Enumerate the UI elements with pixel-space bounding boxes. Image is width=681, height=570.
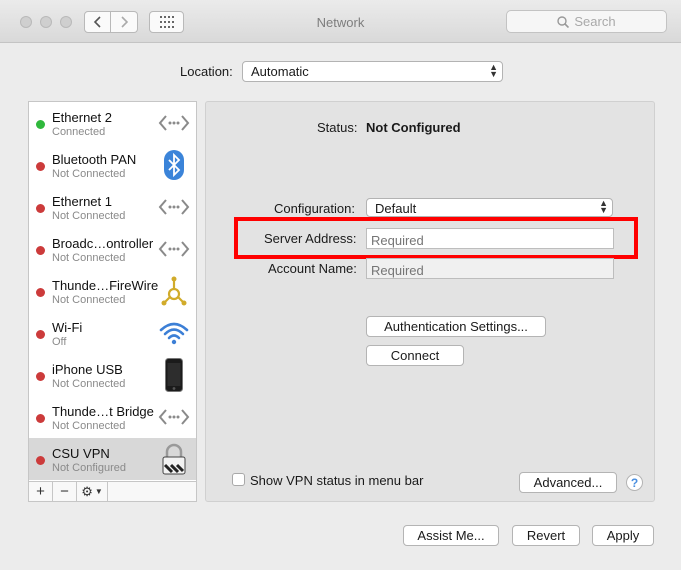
service-name: Broadc…ontroller [52, 236, 154, 251]
service-item[interactable]: Thunde…t Bridge Not Connected [29, 396, 196, 438]
service-name: Thunde…FireWire [52, 278, 159, 293]
status-dot-icon [36, 162, 45, 171]
service-list[interactable]: Ethernet 2 Connected Bluetooth PAN Not Conn… [28, 101, 197, 482]
status-dot-icon [36, 288, 45, 297]
ethernet-arrows-icon [157, 190, 191, 224]
chevron-down-icon: ▼ [94, 487, 103, 496]
apply-button[interactable]: Apply [592, 525, 654, 546]
search-placeholder: Search [574, 14, 616, 29]
service-list-controls: + − ⚙ ▼ [28, 481, 197, 502]
iphone-icon [157, 358, 191, 392]
service-status: Not Connected [52, 378, 126, 390]
remove-service-button[interactable]: − [53, 482, 77, 501]
location-value: Automatic [251, 64, 309, 79]
service-item[interactable]: Thunde…FireWire Not Connected [29, 270, 196, 312]
service-status: Not Connected [52, 210, 126, 222]
configuration-label: Configuration: [274, 201, 355, 216]
configuration-value: Default [375, 201, 417, 216]
service-name: Ethernet 1 [52, 194, 112, 209]
service-name: Wi-Fi [52, 320, 83, 335]
help-button[interactable]: ? [626, 474, 643, 491]
authentication-settings-button[interactable]: Authentication Settings... [366, 316, 546, 337]
status-dot-icon [36, 204, 45, 213]
detail-panel [205, 101, 655, 502]
status-dot-icon [36, 246, 45, 255]
firewire-icon [157, 274, 191, 308]
ethernet-arrows-icon [157, 106, 191, 140]
network-preferences-window: Network Search Location: Automatic ▲ ▼ Et… [0, 0, 681, 570]
service-status: Not Connected [52, 420, 126, 432]
service-status: Connected [52, 126, 106, 138]
service-status: Not Connected [52, 294, 126, 306]
server-address-field[interactable] [366, 228, 614, 249]
status-dot-icon [36, 414, 45, 423]
search-field[interactable]: Search [506, 10, 667, 33]
show-vpn-status-checkbox[interactable] [232, 473, 245, 486]
add-service-button[interactable]: + [29, 482, 53, 501]
service-status: Not Configured [52, 462, 126, 474]
service-item[interactable]: Ethernet 2 Connected [29, 102, 196, 144]
service-status: Off [52, 336, 67, 348]
location-label: Location: [180, 64, 233, 79]
account-name-field[interactable] [366, 258, 614, 279]
service-item[interactable]: CSU VPN Not Configured [29, 438, 196, 480]
revert-button[interactable]: Revert [512, 525, 580, 546]
gear-menu-button[interactable]: ⚙ ▼ [77, 482, 108, 501]
service-item[interactable]: Wi-Fi Off [29, 312, 196, 354]
title-bar: Network Search [0, 0, 681, 43]
service-item[interactable]: Ethernet 1 Not Connected [29, 186, 196, 228]
connect-button[interactable]: Connect [366, 345, 464, 366]
service-name: iPhone USB [52, 362, 123, 377]
wifi-icon [157, 316, 191, 350]
status-dot-icon [36, 120, 45, 129]
gear-icon: ⚙ [81, 483, 93, 499]
vpn-lock-icon [157, 442, 191, 476]
configuration-select[interactable]: Default ▲ ▼ [366, 198, 613, 217]
show-vpn-status-label: Show VPN status in menu bar [250, 473, 424, 488]
bluetooth-icon [157, 148, 191, 182]
ethernet-arrows-icon [157, 400, 191, 434]
service-name: CSU VPN [52, 446, 110, 461]
status-dot-icon [36, 330, 45, 339]
status-dot-icon [36, 456, 45, 465]
status-value: Not Configured [366, 120, 461, 135]
advanced-button[interactable]: Advanced... [519, 472, 617, 493]
updown-arrows-icon: ▲ ▼ [599, 198, 608, 215]
magnifier-icon [557, 15, 570, 28]
service-status: Not Connected [52, 252, 126, 264]
location-select[interactable]: Automatic ▲ ▼ [242, 61, 503, 82]
account-name-label: Account Name: [268, 261, 357, 276]
status-label: Status: [317, 120, 358, 135]
service-name: Ethernet 2 [52, 110, 112, 125]
ethernet-arrows-icon [157, 232, 191, 266]
service-status: Not Connected [52, 168, 126, 180]
service-item[interactable]: Broadc…ontroller Not Connected [29, 228, 196, 270]
assist-me-button[interactable]: Assist Me... [403, 525, 499, 546]
service-name: Bluetooth PAN [52, 152, 137, 167]
status-dot-icon [36, 372, 45, 381]
server-address-label: Server Address: [264, 231, 357, 246]
service-item[interactable]: Bluetooth PAN Not Connected [29, 144, 196, 186]
updown-arrows-icon: ▲ ▼ [489, 62, 498, 79]
service-name: Thunde…t Bridge [52, 404, 154, 419]
service-item[interactable]: iPhone USB Not Connected [29, 354, 196, 396]
